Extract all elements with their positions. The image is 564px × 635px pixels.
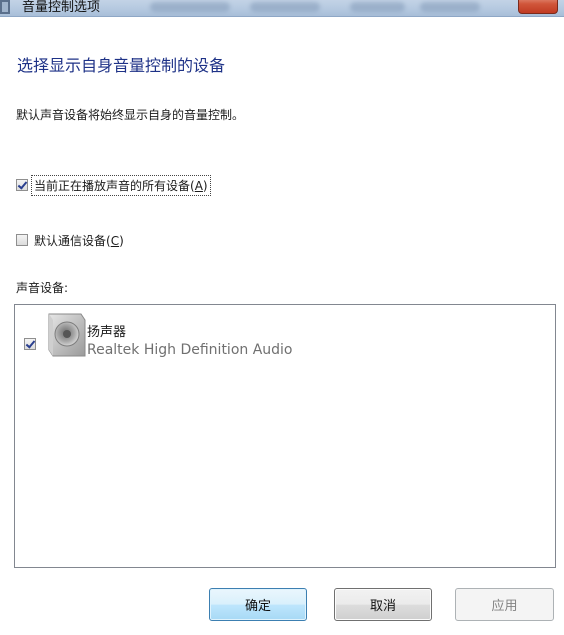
ok-button[interactable]: 确定 — [209, 588, 307, 621]
apply-button[interactable]: 应用 — [455, 588, 554, 621]
devices-section-label: 声音设备: — [16, 281, 69, 295]
option-all-playing-devices[interactable]: 当前正在播放声音的所有设备(A) — [16, 174, 211, 196]
all-playing-devices-checkbox[interactable] — [16, 179, 28, 191]
default-communication-device-checkbox[interactable] — [16, 234, 28, 246]
speaker-icon — [48, 313, 86, 357]
title-bar[interactable]: 音量控制选项 — [0, 0, 564, 17]
list-item[interactable]: 扬声器 Realtek High Definition Audio — [15, 311, 555, 359]
device-description: Realtek High Definition Audio — [87, 342, 293, 358]
device-name: 扬声器 — [87, 325, 127, 340]
sound-device-list[interactable]: 扬声器 Realtek High Definition Audio — [14, 304, 556, 568]
close-button[interactable] — [518, 0, 558, 14]
window-icon — [0, 0, 10, 14]
device-checkbox[interactable] — [24, 338, 36, 350]
description-text: 默认声音设备将始终显示自身的音量控制。 — [16, 108, 245, 122]
cancel-button[interactable]: 取消 — [334, 588, 432, 621]
page-heading: 选择显示自身音量控制的设备 — [17, 56, 226, 75]
all-playing-devices-label[interactable]: 当前正在播放声音的所有设备(A) — [31, 174, 211, 196]
option-default-communication-device[interactable]: 默认通信设备(C) — [16, 231, 126, 249]
window-title: 音量控制选项 — [22, 0, 101, 15]
default-communication-device-label[interactable]: 默认通信设备(C) — [32, 231, 126, 250]
